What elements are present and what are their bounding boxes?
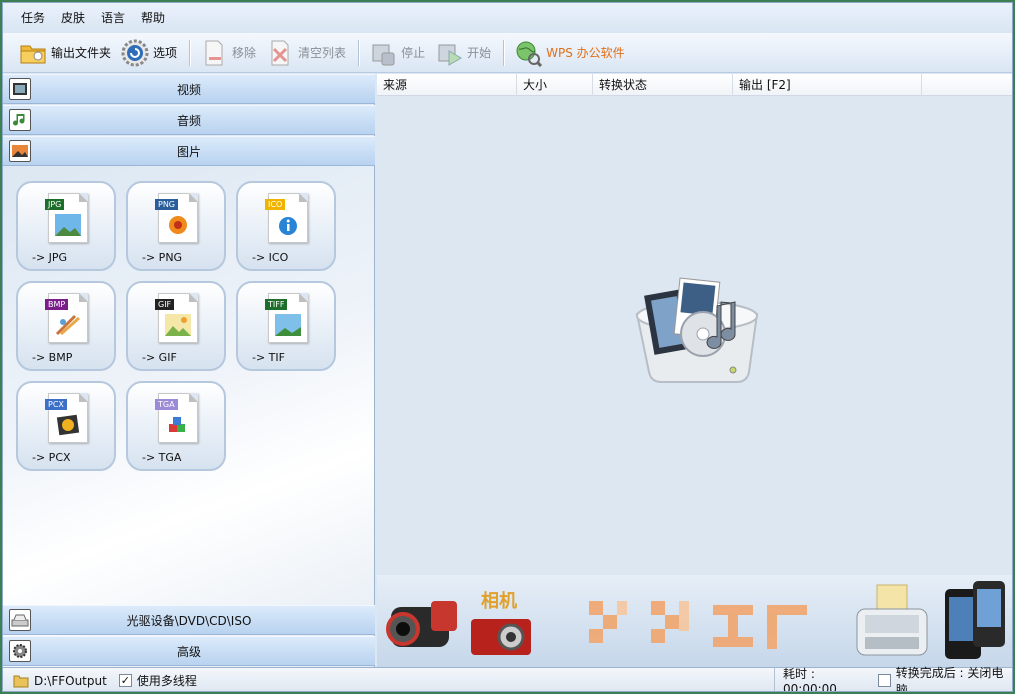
task-list-pane: 来源 大小 转换状态 输出 [F2] 相机	[377, 74, 1012, 667]
pda-phones-icon	[945, 581, 1005, 659]
category-pane: 视频 音频 图片 JPG -> JPG PNG -> PNG ICO -> IC…	[3, 74, 375, 667]
toolbar-separator	[358, 39, 360, 66]
optical-drive-icon	[9, 609, 31, 631]
menu-help[interactable]: 帮助	[133, 3, 173, 33]
category-rom-device[interactable]: 光驱设备\DVD\CD\ISO	[3, 605, 375, 635]
camcorder-icon	[386, 601, 457, 647]
remove-button[interactable]: 移除	[196, 37, 260, 69]
app-window: 任务 皮肤 语言 帮助 输出文件夹 选项 移除 清空列表 停止 开始 WPS 办…	[2, 2, 1013, 692]
ico-file-icon: ICO	[265, 193, 308, 243]
format-label: -> BMP	[32, 351, 73, 364]
menu-skin[interactable]: 皮肤	[53, 3, 93, 33]
multithread-label: 使用多线程	[136, 674, 197, 688]
format-label: -> GIF	[142, 351, 177, 364]
format-tile-tif[interactable]: TIFF -> TIF	[236, 281, 336, 371]
category-video-label: 视频	[176, 82, 201, 97]
status-right-panel: 耗时 : 00:00:00 转换完成后 : 关闭电脑	[774, 666, 1012, 692]
clear-list-label: 清空列表	[298, 46, 347, 60]
remove-file-icon	[200, 39, 228, 67]
category-advanced-label: 高级	[176, 644, 201, 659]
clear-list-button[interactable]: 清空列表	[262, 37, 350, 69]
toolbar: 输出文件夹 选项 移除 清空列表 停止 开始 WPS 办公软件	[3, 33, 1012, 73]
gif-file-icon: GIF	[155, 293, 198, 343]
status-bar: D:\FFOutput ✓ 使用多线程 耗时 : 00:00:00 转换完成后 …	[3, 666, 1012, 692]
picture-icon	[9, 140, 31, 162]
folder-icon	[19, 39, 47, 67]
format-tile-pcx[interactable]: PCX -> PCX	[16, 381, 116, 471]
folder-small-icon	[13, 674, 29, 688]
output-path[interactable]: D:\FFOutput	[34, 674, 107, 688]
category-audio[interactable]: 音频	[3, 105, 375, 135]
menu-bar: 任务 皮肤 语言 帮助	[3, 3, 1012, 33]
start-label: 开始	[467, 46, 492, 60]
multithread-checkbox[interactable]: ✓	[118, 674, 132, 687]
bmp-file-icon: BMP	[45, 293, 88, 343]
format-tile-png[interactable]: PNG -> PNG	[126, 181, 226, 271]
format-label: -> TIF	[252, 351, 285, 364]
png-file-icon: PNG	[155, 193, 198, 243]
output-folder-button[interactable]: 输出文件夹	[15, 37, 115, 69]
category-audio-label: 音频	[176, 113, 201, 128]
blurred-logo-watermark	[589, 601, 807, 649]
category-picture[interactable]: 图片	[3, 136, 375, 166]
format-label: -> JPG	[32, 251, 68, 264]
column-source[interactable]: 来源	[377, 74, 517, 96]
format-tile-jpg[interactable]: JPG -> JPG	[16, 181, 116, 271]
wps-office-button[interactable]: WPS 办公软件	[510, 37, 629, 69]
remove-label: 移除	[232, 46, 257, 60]
digital-camera-icon	[471, 619, 531, 655]
gear-icon	[121, 39, 149, 67]
category-rom-label: 光驱设备\DVD\CD\ISO	[126, 613, 252, 628]
format-factory-logo-icon	[635, 277, 759, 383]
toolbar-separator	[189, 39, 191, 66]
advanced-tools-icon	[9, 640, 31, 662]
jpg-file-icon: JPG	[45, 193, 88, 243]
start-icon	[435, 39, 463, 67]
format-tile-bmp[interactable]: BMP -> BMP	[16, 281, 116, 371]
smartphone-keyboard-icon	[856, 584, 928, 656]
column-status[interactable]: 转换状态	[593, 74, 733, 96]
music-note-icon	[9, 109, 31, 131]
column-output[interactable]: 输出 [F2]	[733, 74, 922, 96]
tga-file-icon: TGA	[155, 393, 198, 443]
format-label: -> TGA	[142, 451, 182, 464]
category-picture-label: 图片	[176, 144, 201, 159]
film-icon	[9, 78, 31, 100]
toolbar-separator	[503, 39, 505, 66]
category-video[interactable]: 视频	[3, 74, 375, 104]
menu-task[interactable]: 任务	[13, 3, 53, 33]
after-convert-label: 转换完成后 : 关闭电脑	[895, 665, 1004, 692]
stop-label: 停止	[401, 46, 426, 60]
format-label: -> PCX	[32, 451, 71, 464]
elapsed-time: 耗时 : 00:00:00	[783, 667, 837, 692]
stop-icon	[369, 39, 397, 67]
category-advanced[interactable]: 高级	[3, 636, 375, 666]
output-folder-label: 输出文件夹	[51, 46, 112, 60]
options-button[interactable]: 选项	[117, 37, 181, 69]
format-label: -> PNG	[142, 251, 183, 264]
column-size[interactable]: 大小	[517, 74, 593, 96]
format-label: -> ICO	[252, 251, 289, 264]
tiff-file-icon: TIFF	[265, 293, 308, 343]
clear-list-icon	[266, 39, 294, 67]
format-tile-gif[interactable]: GIF -> GIF	[126, 281, 226, 371]
options-label: 选项	[153, 46, 178, 60]
task-list-header: 来源 大小 转换状态 输出 [F2]	[377, 74, 1012, 96]
wps-label: WPS 办公软件	[546, 46, 625, 60]
stop-button[interactable]: 停止	[365, 37, 429, 69]
pcx-file-icon: PCX	[45, 393, 88, 443]
camera-banner-text: 相机	[481, 591, 517, 612]
format-tile-ico[interactable]: ICO -> ICO	[236, 181, 336, 271]
start-button[interactable]: 开始	[431, 37, 495, 69]
device-banner: 相机	[377, 575, 1012, 667]
wps-globe-icon	[514, 39, 543, 67]
after-convert-checkbox[interactable]	[878, 674, 891, 687]
format-tile-tga[interactable]: TGA -> TGA	[126, 381, 226, 471]
menu-language[interactable]: 语言	[93, 3, 133, 33]
